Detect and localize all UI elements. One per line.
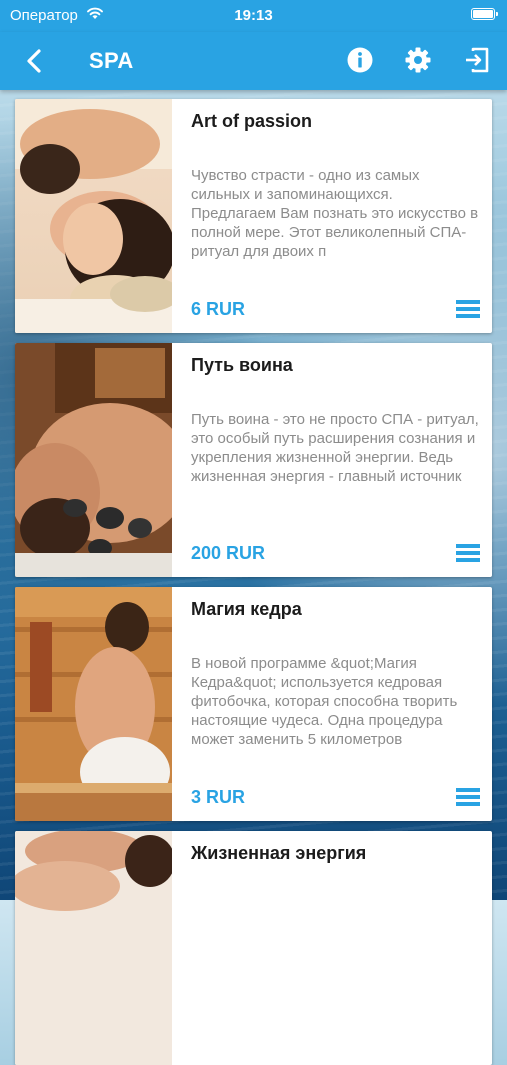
list-item[interactable]: Магия кедра В новой программе &quot;Маги… <box>15 587 492 821</box>
item-title: Art of passion <box>191 111 313 131</box>
back-massage-photo <box>15 831 172 1065</box>
item-description: Чувство страсти - одно из самых сильных … <box>191 167 479 260</box>
chevron-left-icon[interactable] <box>20 46 50 76</box>
info-icon[interactable] <box>345 45 375 75</box>
item-title: Путь воина <box>191 355 293 375</box>
clock: 19:13 <box>234 7 273 24</box>
page-title: SPA <box>89 48 134 73</box>
item-description: Путь воина - это не просто СПА - ритуал,… <box>191 411 479 485</box>
item-title: Жизненная энергия <box>191 843 367 863</box>
sauna-photo <box>15 587 172 821</box>
gear-icon[interactable] <box>403 45 433 75</box>
item-price: 6 RUR <box>191 299 246 319</box>
item-description: В новой программе &quot;Магия Кедра&quot… <box>191 655 458 748</box>
exit-icon[interactable] <box>462 45 492 75</box>
status-bar: Оператор 19:13 <box>0 0 507 32</box>
menu-icon[interactable] <box>456 300 480 318</box>
nav-bar: SPA <box>0 32 507 90</box>
item-title: Магия кедра <box>191 599 302 619</box>
battery-icon <box>471 8 498 20</box>
item-price: 3 RUR <box>191 787 246 807</box>
hot-stone-massage-photo <box>15 343 172 577</box>
menu-icon[interactable] <box>456 788 480 806</box>
couple-massage-photo <box>15 99 172 333</box>
menu-icon[interactable] <box>456 544 480 562</box>
item-price: 200 RUR <box>191 543 266 563</box>
list-item[interactable]: Путь воина Путь воина - это не просто СП… <box>15 343 492 577</box>
list-item[interactable]: Жизненная энергия <box>15 831 492 1065</box>
list-item[interactable]: Art of passion Чувство страсти - одно из… <box>15 99 492 333</box>
